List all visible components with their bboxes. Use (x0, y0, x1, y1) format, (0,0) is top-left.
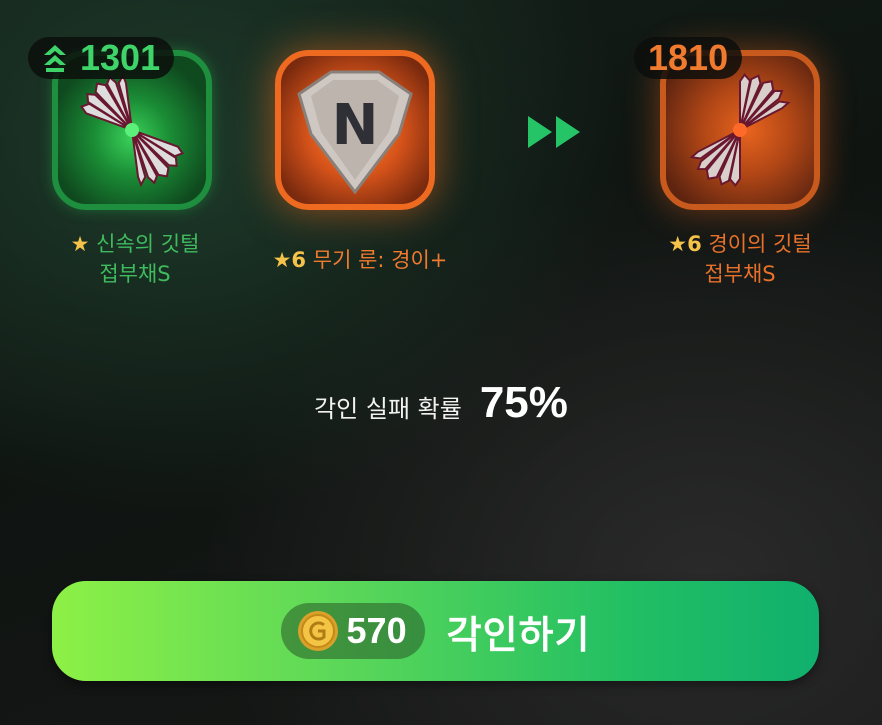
result-item-name: ★6 경이의 깃털 접부채S (640, 229, 840, 289)
fail-chance-label: 각인 실패 확률 (314, 395, 462, 423)
current-power-badge: 1301 (28, 37, 175, 79)
current-power-value: 1301 (80, 37, 161, 78)
cost-value: 570 (346, 610, 407, 651)
current-name-line2: 접부채S (99, 262, 171, 286)
result-star: ★6 (668, 232, 702, 256)
result-power-badge: 1810 (634, 37, 743, 79)
fast-forward-icon (528, 116, 580, 148)
fail-chance-value: 75% (479, 378, 568, 427)
result-power-value: 1810 (648, 37, 729, 78)
current-star: ★ (70, 232, 90, 256)
rune-name: ★6 무기 룬: 경이+ (245, 245, 475, 275)
fail-chance-row: 각인 실패 확률 75% (0, 378, 882, 428)
cost-pill: 570 (280, 603, 425, 659)
rune-name-text: 무기 룬: 경이+ (312, 248, 448, 272)
rune-stone-icon: N (297, 70, 413, 195)
rune-slot[interactable]: N (275, 50, 435, 210)
engrave-button-label: 각인하기 (446, 612, 591, 657)
rune-letter: N (332, 93, 379, 158)
double-chevron-up-icon (44, 45, 66, 72)
result-name-line2: 접부채S (704, 262, 776, 286)
gold-coin-icon (297, 611, 338, 651)
current-item-name: ★ 신속의 깃털 접부채S (40, 229, 230, 289)
result-name-line1: 경이의 깃털 (708, 232, 812, 256)
engrave-button[interactable]: 570 각인하기 (52, 581, 819, 681)
current-name-line1: 신속의 깃털 (96, 232, 200, 256)
rune-star: ★6 (272, 248, 307, 272)
